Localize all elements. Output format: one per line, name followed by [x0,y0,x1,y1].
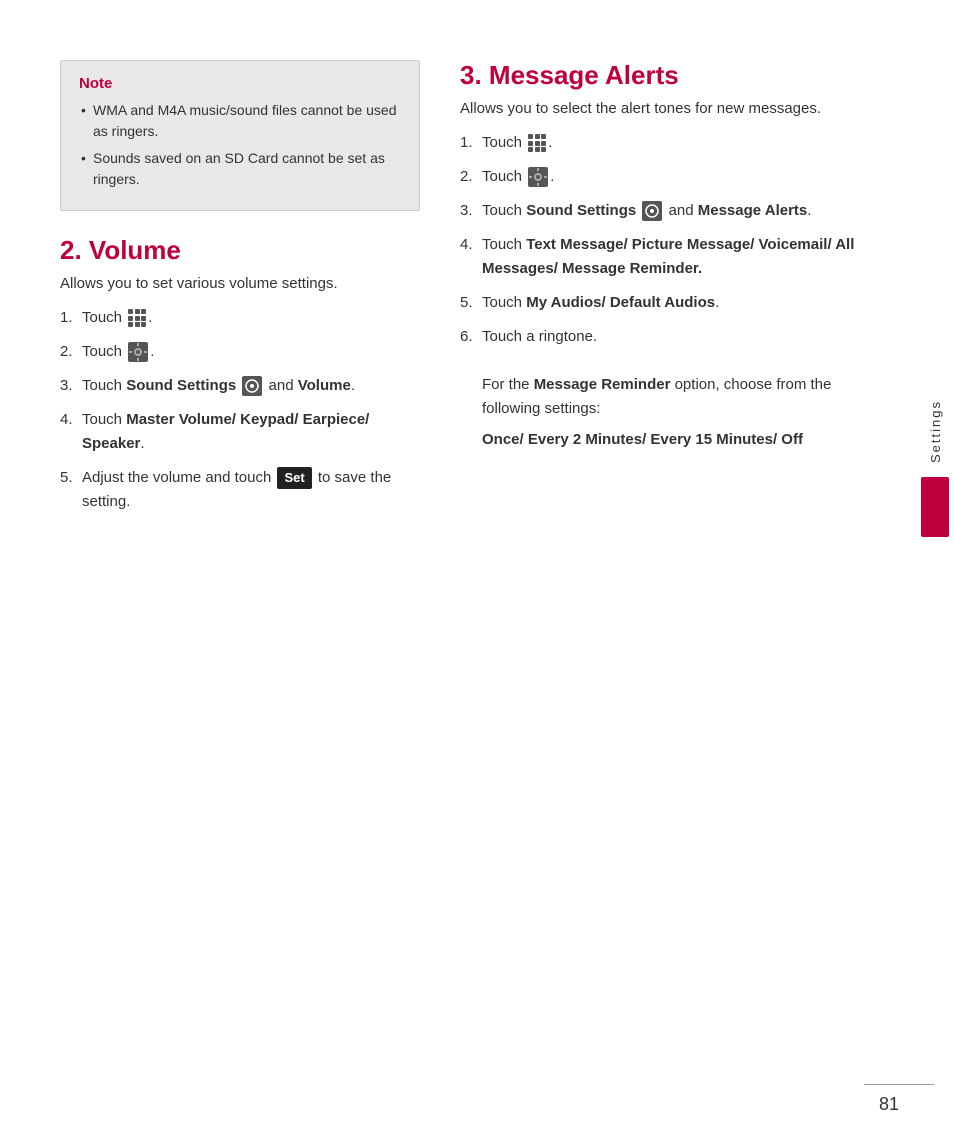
step-num: 1. [460,131,478,155]
page-container: Note WMA and M4A music/sound files canno… [0,0,954,1145]
step-text: Touch a ringtone. For the Message Remind… [482,325,876,453]
step-text: Touch Text Message/ Picture Message/ Voi… [482,233,876,281]
step-num: 1. [60,306,78,330]
alerts-step-1: 1. Touch . [460,131,876,155]
step-bold: Sound Settings [526,202,636,219]
note-item-2: Sounds saved on an SD Card cannot be set… [79,148,401,190]
message-alerts-heading: 3. Message Alerts [460,60,876,91]
step-text: Touch . [482,131,876,155]
settings-gear-icon [128,342,148,362]
volume-step-1: 1. Touch . [60,306,420,330]
step-text: Touch . [82,306,420,330]
volume-heading: 2. Volume [60,235,420,266]
step-text: Touch Master Volume/ Keypad/ Earpiece/ S… [82,408,420,456]
right-sidebar: Settings [916,0,954,1145]
step-num: 3. [460,199,478,223]
right-column: 3. Message Alerts Allows you to select t… [460,60,876,1105]
volume-step-4: 4. Touch Master Volume/ Keypad/ Earpiece… [60,408,420,456]
page-number: 81 [879,1094,899,1115]
step-num: 6. [460,325,478,349]
alerts-step-3: 3. Touch Sound Settings and Message Aler… [460,199,876,223]
step-bold: My Audios/ Default Audios [526,294,715,311]
main-content: Note WMA and M4A music/sound files canno… [0,0,916,1145]
step-num: 5. [60,466,78,490]
step-text: Touch My Audios/ Default Audios. [482,291,876,315]
step-text: Adjust the volume and touch Set to save … [82,466,420,514]
step-num: 3. [60,374,78,398]
volume-step-2: 2. Touch [60,340,420,364]
sidebar-bar [921,477,949,537]
step-text: Touch Sound Settings and Volume. [82,374,420,398]
section-volume: 2. Volume Allows you to set various volu… [60,235,420,524]
note-title: Note [79,75,401,92]
step-text: Touch Sound Settings and Message Alerts. [482,199,876,223]
step-bold: Text Message/ Picture Message/ Voicemail… [482,236,854,277]
sound-settings-icon [242,376,262,396]
alerts-step-6: 6. Touch a ringtone. For the Message Rem… [460,325,876,453]
step-num: 5. [460,291,478,315]
settings-gear-icon-2 [528,167,548,187]
page-divider [864,1084,934,1085]
message-alerts-desc: Allows you to select the alert tones for… [460,97,876,121]
step-bold-msg: Message Alerts [698,202,808,219]
alerts-step-4: 4. Touch Text Message/ Picture Message/ … [460,233,876,281]
set-button-label: Set [277,467,311,490]
menu-grid-icon [528,134,546,152]
volume-step-5: 5. Adjust the volume and touch Set to sa… [60,466,420,514]
message-reminder-label: Message Reminder [534,376,671,393]
left-column: Note WMA and M4A music/sound files canno… [60,60,420,1105]
sound-settings-icon-2 [642,201,662,221]
step-num: 2. [60,340,78,364]
note-box: Note WMA and M4A music/sound files canno… [60,60,420,211]
options-label: Once/ Every 2 Minutes/ Every 15 Minutes/… [482,431,803,448]
volume-step-3: 3. Touch Sound Settings and Volume. [60,374,420,398]
sidebar-label: Settings [928,400,943,463]
alerts-step-2: 2. Touch [460,165,876,189]
step-num: 4. [460,233,478,257]
step-bold-volume: Volume [298,377,351,394]
step-num: 4. [60,408,78,432]
step-text: Touch . [482,165,876,189]
step-text: Touch . [82,340,420,364]
step-bold: Master Volume/ Keypad/ Earpiece/ Speaker [82,411,369,452]
menu-grid-icon [128,309,146,327]
note-item-1: WMA and M4A music/sound files cannot be … [79,100,401,142]
section-message-alerts: 3. Message Alerts Allows you to select t… [460,60,876,463]
step-num: 2. [460,165,478,189]
alerts-step-5: 5. Touch My Audios/ Default Audios. [460,291,876,315]
step-bold: Sound Settings [126,377,236,394]
volume-desc: Allows you to set various volume setting… [60,272,420,296]
